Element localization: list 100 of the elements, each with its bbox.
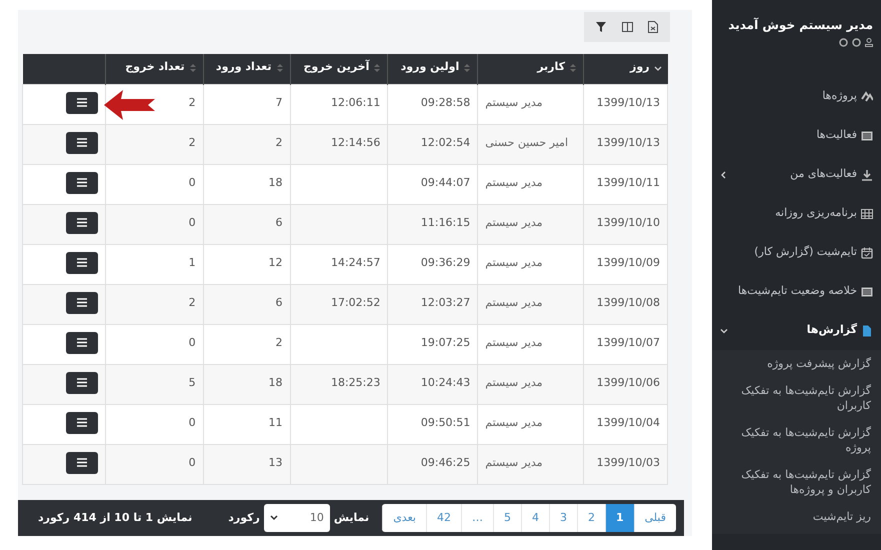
page-size-select[interactable]: 10 — [264, 504, 330, 532]
sidebar-item[interactable]: فعالیت‌ها — [816, 127, 873, 144]
user-icon — [865, 38, 873, 47]
menu-icon — [76, 218, 87, 227]
sidebar-item[interactable]: گزارش‌ها — [806, 322, 873, 339]
table-cell: 14:24:57 — [330, 256, 380, 268]
table-cell: 18 — [268, 176, 283, 188]
sidebar-item[interactable]: فعالیت‌های من — [790, 166, 873, 183]
menu-icon — [76, 458, 87, 467]
table-cell: 7 — [276, 96, 283, 108]
table-cell: مدیر سیستم — [485, 176, 543, 188]
table-cell: 1399/10/10 — [596, 216, 660, 228]
table-cell: 6 — [276, 296, 283, 308]
export-icon — [648, 21, 658, 33]
table-cell: امیر حسین حسنی — [485, 136, 568, 148]
table-cell: 18:25:23 — [330, 376, 380, 388]
menu-icon — [76, 98, 87, 107]
menu-button[interactable] — [66, 372, 98, 394]
menu-button[interactable] — [66, 332, 98, 354]
table-cell: مدیر سیستم — [485, 296, 543, 308]
column-header[interactable]: کاربر — [478, 54, 584, 84]
table-cell: 2 — [276, 336, 283, 348]
submenu-item[interactable]: گزارش تایم‌شیت‌ها به تفکیک کاربران — [712, 377, 881, 419]
column-header[interactable]: تعداد خروج — [105, 54, 204, 84]
table-cell: 5 — [188, 376, 196, 388]
table-cell: 1399/10/08 — [596, 296, 660, 308]
chevron-icon[interactable] — [720, 326, 728, 334]
table-cell: 19:07:25 — [420, 336, 470, 348]
table-cell: 1399/10/06 — [596, 376, 660, 388]
column-header[interactable]: تعداد ورود — [203, 54, 290, 84]
table-cell: 09:28:58 — [420, 96, 470, 108]
menu-button[interactable] — [66, 412, 98, 434]
column-header[interactable]: روز — [584, 54, 668, 84]
column-header[interactable]: اولین ورود — [388, 54, 478, 84]
projects-icon — [861, 90, 873, 102]
menu-icon — [76, 378, 87, 387]
menu-icon — [76, 138, 87, 147]
list-icon — [861, 130, 873, 142]
menu-button[interactable] — [66, 212, 98, 234]
table-cell: 2 — [276, 136, 283, 148]
table-cell: مدیر سیستم — [485, 456, 543, 468]
table-cell: 1399/10/13 — [596, 136, 660, 148]
table-cell: 2 — [188, 96, 196, 108]
sidebar-item[interactable]: خلاصه وضعیت تایم‌شیت‌ها — [738, 283, 873, 300]
submenu-item[interactable]: گزارش پیشرفت پروژه — [712, 350, 881, 377]
table-cell: 1399/10/03 — [596, 456, 660, 468]
filter-icon — [596, 22, 606, 32]
menu-button[interactable] — [66, 172, 98, 194]
table-cell: 09:50:51 — [420, 416, 470, 428]
list-icon — [861, 286, 873, 298]
menu-button[interactable] — [66, 452, 98, 474]
table-cell: مدیر سیستم — [485, 256, 543, 268]
menu-button[interactable] — [66, 292, 98, 314]
table-cell: 09:44:07 — [420, 176, 470, 188]
table-cell: 1399/10/13 — [596, 96, 660, 108]
menu-icon — [76, 258, 87, 267]
menu-button[interactable] — [66, 132, 98, 154]
table-cell: 09:36:29 — [420, 256, 470, 268]
column-header[interactable]: آخرین خروج — [290, 54, 388, 84]
table-cell: 17:02:52 — [330, 296, 380, 308]
download-icon — [861, 168, 873, 180]
records-info: نمایش 1 تا 10 از 414 رکورد — [38, 510, 192, 526]
table-cell: مدیر سیستم — [485, 416, 543, 428]
menu-button[interactable] — [66, 92, 98, 114]
table-cell: 10:24:43 — [420, 376, 470, 388]
submenu-item[interactable]: ریز تایم‌شیت — [712, 503, 881, 530]
table-cell: مدیر سیستم — [485, 216, 543, 228]
table-cell: 0 — [188, 216, 196, 228]
sidebar-item[interactable]: برنامه‌ریزی روزانه — [775, 205, 873, 222]
table-cell: 0 — [188, 456, 196, 468]
sidebar-item[interactable]: تایم‌شیت (گزارش کار) — [754, 244, 873, 261]
menu-icon — [76, 338, 87, 347]
calendar-icon — [861, 246, 873, 258]
table-cell: 0 — [188, 176, 196, 188]
table-cell: 0 — [188, 416, 196, 428]
menu-icon — [76, 418, 87, 427]
table-cell: 12:06:11 — [330, 96, 380, 108]
table-cell: 1399/10/07 — [596, 336, 660, 348]
records-label: رکورد — [228, 510, 260, 526]
show-label: نمایش — [334, 510, 370, 526]
table-cell: 11:16:15 — [420, 216, 470, 228]
table-cell: 6 — [276, 216, 283, 228]
table-cell: 1399/10/09 — [596, 256, 660, 268]
table-cell: مدیر سیستم — [485, 336, 543, 348]
submenu-item[interactable]: گزارش تایم‌شیت‌ها به تفکیک پروژه — [712, 419, 881, 461]
table-cell: 13 — [268, 456, 283, 468]
table-cell: 12:14:56 — [330, 136, 380, 148]
table-cell: 0 — [188, 336, 196, 348]
table-cell: 2 — [188, 296, 196, 308]
table-cell: مدیر سیستم — [485, 96, 543, 108]
welcome-title: مدیر سیستم خوش آمدید — [727, 16, 874, 34]
table-cell: 1399/10/11 — [596, 176, 660, 188]
submenu-item[interactable]: گزارش تایم‌شیت‌ها به تفکیک کاربران و پروژه‌ها — [712, 461, 881, 503]
table-cell: مدیر سیستم — [485, 376, 543, 388]
chevron-icon[interactable] — [720, 170, 728, 178]
file-icon — [861, 324, 873, 336]
menu-button[interactable] — [66, 252, 98, 274]
table-cell: 18 — [268, 376, 283, 388]
sidebar-item[interactable]: پروژه‌ها — [822, 88, 873, 105]
table-cell: 2 — [188, 136, 196, 148]
